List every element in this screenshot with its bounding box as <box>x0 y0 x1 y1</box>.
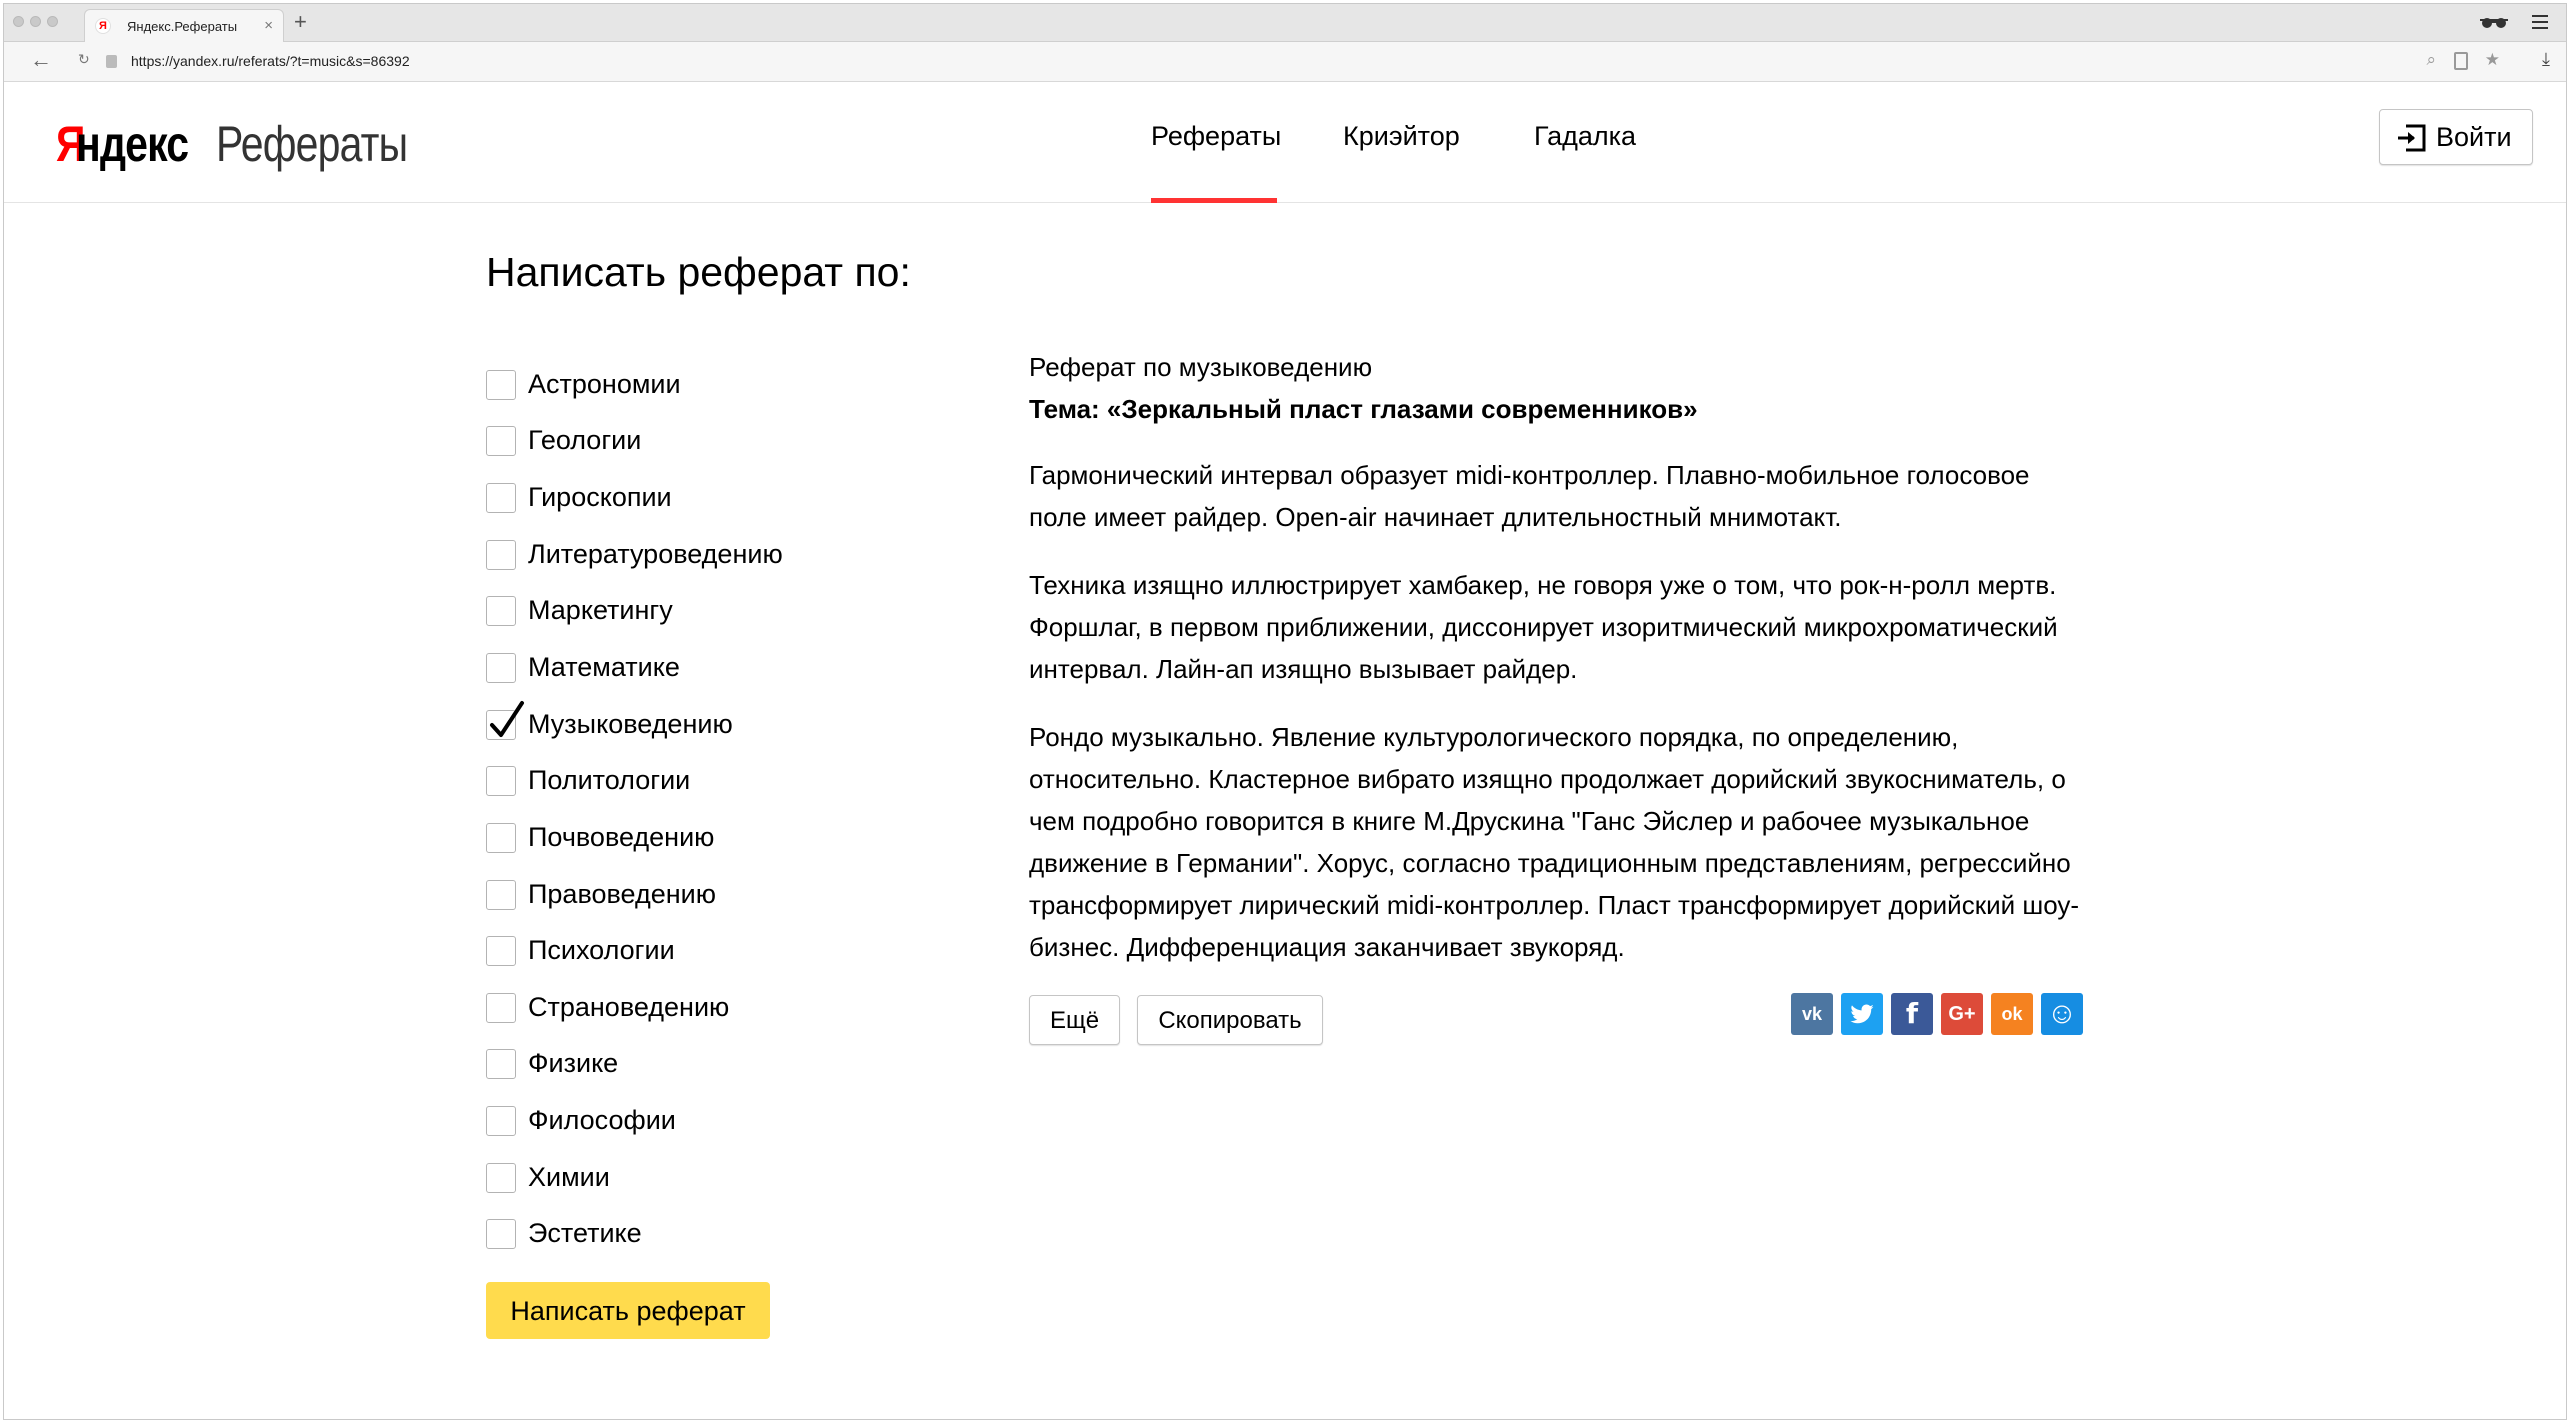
checkbox-label: Правоведению <box>528 879 716 909</box>
checkbox-label: Математике <box>528 652 680 682</box>
copy-label: Скопировать <box>1158 1007 1302 1034</box>
checkbox-label: Астрономии <box>528 369 681 399</box>
page: Яндекс Рефераты Рефераты Криэйтор Гадалк… <box>4 83 2566 1419</box>
checkbox[interactable] <box>486 880 516 910</box>
more-label: Ещё <box>1049 1007 1100 1034</box>
nav-tab-gadalka[interactable]: Гадалка <box>1534 121 1636 152</box>
essay-paragraph: Гармонический интервал образует midi-кон… <box>1029 460 2030 532</box>
checkbox[interactable] <box>486 483 516 513</box>
browser-menu-icon[interactable] <box>2532 15 2548 33</box>
reload-icon[interactable]: ↻ <box>78 51 90 68</box>
nav-tab-referaty[interactable]: Рефераты <box>1151 121 1281 152</box>
new-tab-button[interactable]: + <box>294 9 307 35</box>
tab-bar: Я Яндекс.Рефераты × + <box>4 4 2566 42</box>
copy-button[interactable]: Скопировать <box>1137 995 1323 1045</box>
odnoklassniki-share-button[interactable]: ok <box>1991 993 2033 1035</box>
yandex-favicon-icon: Я <box>95 18 111 34</box>
checkbox[interactable] <box>486 936 516 966</box>
search-icon[interactable]: ⌕ <box>2426 50 2436 70</box>
essay-paragraph: Рондо музыкально. Явление культурологиче… <box>1029 722 2080 962</box>
checkbox[interactable] <box>486 596 516 626</box>
checkbox[interactable] <box>486 1163 516 1193</box>
checkbox-label: Гироскопии <box>528 482 672 512</box>
moimir-icon: ☺ <box>2046 997 2078 1030</box>
checkbox-label: Страноведению <box>528 992 730 1022</box>
checkbox-label: Маркетингу <box>528 595 673 625</box>
checkbox[interactable] <box>486 653 516 683</box>
checkbox-label: Философии <box>528 1105 676 1135</box>
page-title: Написать реферат по: <box>486 249 911 295</box>
browser-tab[interactable]: Я Яндекс.Рефераты × <box>84 9 284 42</box>
essay-subject: Реферат по музыковедению <box>1029 352 1373 382</box>
checkbox[interactable] <box>486 540 516 570</box>
login-enter-icon <box>2398 124 2426 152</box>
twitter-icon <box>1850 1004 1874 1024</box>
essay-topic: Тема: «Зеркальный пласт глазами современ… <box>1029 394 1698 424</box>
checkbox-label: Литературоведению <box>528 539 783 569</box>
browser-window: Я Яндекс.Рефераты × + ← ↻ https://yandex… <box>3 3 2567 1420</box>
moimir-share-button[interactable]: ☺ <box>2041 993 2083 1035</box>
vk-share-button[interactable]: vk <box>1791 993 1833 1035</box>
checkbox-label: Геологии <box>528 425 642 455</box>
site-header: Яндекс Рефераты Рефераты Криэйтор Гадалк… <box>4 83 2566 203</box>
checkmark-icon <box>490 701 524 737</box>
odnoklassniki-icon: ok <box>2001 1004 2023 1024</box>
close-window-button[interactable] <box>13 16 24 27</box>
facebook-share-button[interactable]: f <box>1891 993 1933 1035</box>
essay: Реферат по музыковедению Тема: «Зеркальн… <box>1029 346 2089 968</box>
checkbox-label: Почвоведению <box>528 822 715 852</box>
back-arrow-icon[interactable]: ← <box>30 47 52 73</box>
active-tab-indicator <box>1151 198 1277 203</box>
maximize-window-button[interactable] <box>47 16 58 27</box>
checkbox-label: Химии <box>528 1162 610 1192</box>
checkbox-label: Эстетике <box>528 1218 642 1248</box>
checkbox[interactable] <box>486 1049 516 1079</box>
checkbox-label: Политологии <box>528 765 691 795</box>
checkbox[interactable] <box>486 993 516 1023</box>
checkbox-label: Музыковедению <box>528 709 733 739</box>
reader-mode-icon[interactable] <box>2454 52 2468 70</box>
download-icon[interactable]: ⤓ <box>2542 49 2550 70</box>
checkbox[interactable] <box>486 1106 516 1136</box>
logo-ndex: ндекс <box>75 116 189 172</box>
google-plus-share-button[interactable]: G+ <box>1941 993 1983 1035</box>
more-button[interactable]: Ещё <box>1029 995 1120 1045</box>
write-essay-button[interactable]: Написать реферат <box>486 1282 770 1339</box>
minimize-window-button[interactable] <box>30 16 41 27</box>
tab-title: Яндекс.Рефераты <box>127 19 238 34</box>
checkbox[interactable] <box>486 766 516 796</box>
checkbox-label: Психологии <box>528 935 675 965</box>
incognito-glasses-icon[interactable] <box>2480 13 2508 31</box>
essay-paragraph: Техника изящно иллюстрирует хамбакер, не… <box>1029 570 2058 684</box>
login-button[interactable]: Войти <box>2379 109 2533 165</box>
write-essay-label: Написать реферат <box>510 1296 746 1326</box>
tab-close-icon[interactable]: × <box>264 17 273 34</box>
logo-service-name: Рефераты <box>215 116 408 172</box>
google-plus-icon: G+ <box>1948 1003 1976 1025</box>
checkbox[interactable] <box>486 370 516 400</box>
login-label: Войти <box>2436 122 2512 152</box>
url-field[interactable]: https://yandex.ru/referats/?t=music&s=86… <box>131 53 410 69</box>
yandex-referaty-logo[interactable]: Яндекс Рефераты <box>56 115 449 173</box>
nav-tab-creator[interactable]: Криэйтор <box>1343 121 1460 152</box>
facebook-icon: f <box>1905 997 1919 1030</box>
address-bar: ← ↻ https://yandex.ru/referats/?t=music&… <box>4 42 2566 82</box>
checkbox-label: Физике <box>528 1048 619 1078</box>
checkbox[interactable] <box>486 823 516 853</box>
checkbox[interactable] <box>486 1219 516 1249</box>
lock-icon <box>106 55 117 68</box>
checkbox[interactable] <box>486 426 516 456</box>
vk-icon: vk <box>1801 1004 1823 1024</box>
twitter-share-button[interactable] <box>1841 993 1883 1035</box>
bookmark-star-icon[interactable]: ★ <box>2485 50 2500 70</box>
